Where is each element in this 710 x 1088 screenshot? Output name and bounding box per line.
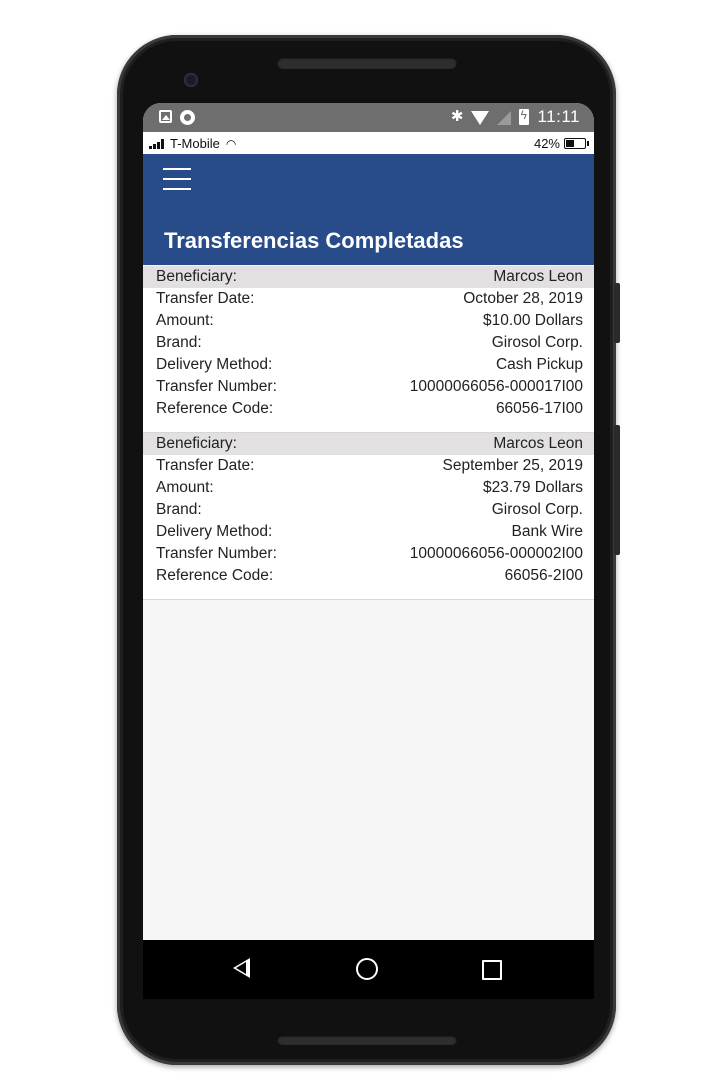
sync-notification-icon	[180, 110, 195, 125]
bottom-speaker	[277, 1035, 457, 1045]
field-value: $23.79 Dollars	[483, 479, 583, 496]
hamburger-menu-icon[interactable]	[163, 168, 191, 190]
field-label: Transfer Date:	[156, 457, 255, 474]
transfer-row-reference-code: Reference Code: 66056-2I00	[143, 565, 594, 587]
transfer-row-reference-code: Reference Code: 66056-17I00	[143, 398, 594, 420]
transfer-row-date: Transfer Date: September 25, 2019	[143, 455, 594, 477]
image-notification-icon	[159, 110, 172, 123]
field-value: 10000066056-000017I00	[409, 378, 583, 395]
bluetooth-icon: ✱	[450, 108, 464, 125]
field-value: Bank Wire	[511, 523, 584, 540]
transfer-row-beneficiary: Beneficiary: Marcos Leon	[143, 433, 594, 455]
field-value: September 25, 2019	[442, 457, 583, 474]
carrier-name: T-Mobile	[170, 136, 220, 151]
front-camera	[184, 73, 198, 87]
field-label: Transfer Number:	[156, 545, 277, 562]
battery-percent: 42%	[533, 136, 560, 151]
field-value: Marcos Leon	[493, 435, 583, 452]
field-value: October 28, 2019	[463, 290, 583, 307]
wifi-icon: ◠	[225, 136, 237, 151]
field-value: Girosol Corp.	[491, 501, 583, 518]
field-value: $10.00 Dollars	[483, 312, 583, 329]
field-label: Beneficiary:	[156, 435, 237, 452]
page-title: Transferencias Completadas	[164, 228, 464, 253]
transfer-row-brand: Brand: Girosol Corp.	[143, 332, 594, 354]
transfer-row-date: Transfer Date: October 28, 2019	[143, 288, 594, 310]
transfer-row-delivery-method: Delivery Method: Cash Pickup	[143, 354, 594, 376]
field-label: Reference Code:	[156, 400, 274, 417]
android-status-bar: ✱ 11:11	[143, 103, 594, 132]
android-navigation-bar	[143, 940, 594, 999]
field-label: Delivery Method:	[156, 523, 273, 540]
back-icon[interactable]	[233, 958, 250, 978]
phone-screen: ✱ 11:11 T-Mobile ◠ 42% Transferencias Co…	[143, 103, 594, 999]
transfer-row-amount: Amount: $23.79 Dollars	[143, 477, 594, 499]
volume-button	[614, 425, 620, 555]
carrier-status-bar: T-Mobile ◠ 42%	[143, 132, 594, 154]
cell-signal-icon	[497, 111, 512, 125]
field-value: 66056-2I00	[504, 567, 583, 584]
field-value: Girosol Corp.	[491, 334, 583, 351]
earpiece-speaker	[277, 57, 457, 69]
transfer-row-transfer-number: Transfer Number: 10000066056-000017I00	[143, 376, 594, 398]
field-label: Brand:	[156, 334, 202, 351]
transfer-row-amount: Amount: $10.00 Dollars	[143, 310, 594, 332]
transfer-row-delivery-method: Delivery Method: Bank Wire	[143, 521, 594, 543]
home-icon[interactable]	[356, 958, 378, 980]
wifi-icon	[471, 111, 490, 125]
field-label: Transfer Number:	[156, 378, 277, 395]
field-value: Marcos Leon	[493, 268, 583, 285]
field-label: Reference Code:	[156, 567, 274, 584]
field-label: Transfer Date:	[156, 290, 255, 307]
power-button	[614, 283, 620, 343]
field-label: Beneficiary:	[156, 268, 237, 285]
battery-charging-icon	[519, 108, 530, 125]
field-value: Cash Pickup	[495, 356, 583, 373]
battery-icon	[564, 138, 589, 149]
transfer-row-beneficiary: Beneficiary: Marcos Leon	[143, 266, 594, 288]
field-value: 66056-17I00	[495, 400, 583, 417]
transfer-row-transfer-number: Transfer Number: 10000066056-000002I00	[143, 543, 594, 565]
transfer-list: Beneficiary: Marcos Leon Transfer Date: …	[143, 266, 594, 600]
field-label: Brand:	[156, 501, 202, 518]
signal-bars-icon	[149, 138, 164, 149]
field-label: Amount:	[156, 312, 214, 329]
transfer-card: Beneficiary: Marcos Leon Transfer Date: …	[143, 433, 594, 600]
app-header: Transferencias Completadas	[143, 154, 594, 265]
transfer-row-brand: Brand: Girosol Corp.	[143, 499, 594, 521]
recent-apps-icon[interactable]	[482, 960, 502, 980]
status-clock: 11:11	[537, 107, 580, 126]
field-label: Amount:	[156, 479, 214, 496]
field-label: Delivery Method:	[156, 356, 273, 373]
transfer-card: Beneficiary: Marcos Leon Transfer Date: …	[143, 266, 594, 433]
field-value: 10000066056-000002I00	[409, 545, 583, 562]
